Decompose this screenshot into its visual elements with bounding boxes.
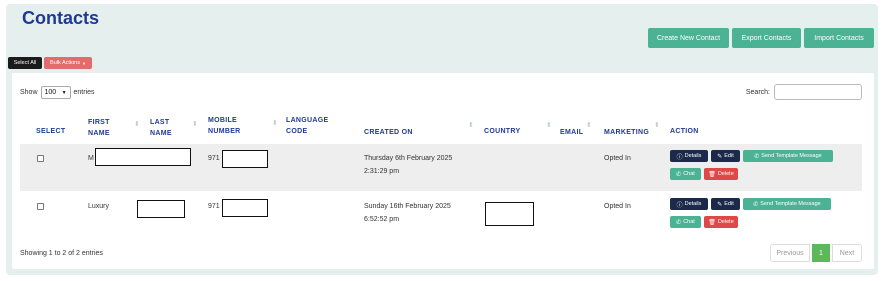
whatsapp-icon: ✆ [676, 171, 682, 178]
chat-label: Chat [683, 171, 695, 177]
page-length-value: 100 [44, 89, 57, 96]
redaction-box [485, 202, 534, 226]
redaction-box [222, 199, 268, 217]
info-icon: ⓘ [676, 154, 683, 161]
bulk-actions-label: Bulk Actions [50, 60, 80, 66]
page-title: Contacts [22, 8, 100, 28]
col-language-line2: CODE [286, 128, 308, 135]
col-email[interactable]: EMAIL [560, 127, 583, 138]
caret-down-icon: ▼ [82, 60, 86, 66]
created-on-cell: Thursday 6th February 2025 2:31:29 pm [364, 152, 452, 178]
sort-icon: ⬍ [546, 122, 552, 129]
edit-button[interactable]: ✎ Edit [711, 150, 740, 162]
page-1-button[interactable]: 1 [812, 244, 830, 262]
import-contacts-button[interactable]: Import Contacts [804, 28, 874, 48]
table-info: Showing 1 to 2 of 2 entries [20, 250, 103, 257]
mobile-cell: 971 [208, 155, 220, 162]
row-checkbox[interactable] [37, 155, 44, 162]
col-last-name-line2: NAME [150, 130, 172, 137]
col-first-name-line2: NAME [88, 130, 110, 137]
col-select: SELECT [36, 128, 66, 135]
marketing-cell: Opted In [604, 203, 631, 210]
col-language-line1: LANGUAGE [286, 117, 329, 124]
created-on-cell: Sunday 16th February 2025 6:52:52 pm [364, 200, 451, 226]
trash-icon: 🗑 [708, 171, 716, 178]
details-label: Details [684, 153, 702, 159]
trash-icon: 🗑 [708, 219, 716, 226]
send-template-button[interactable]: ✆ Send Template Message [743, 150, 833, 162]
sort-icon: ⬍ [134, 121, 140, 128]
delete-label: Delete [717, 171, 734, 177]
first-name-cell: M [88, 155, 94, 162]
details-button[interactable]: ⓘ Details [670, 198, 708, 210]
delete-label: Delete [717, 219, 734, 225]
col-marketing[interactable]: MARKETING [604, 127, 649, 138]
create-contact-button[interactable]: Create New Contact [648, 28, 729, 48]
edit-icon: ✎ [717, 153, 723, 160]
col-last-name[interactable]: LAST NAME [150, 117, 172, 139]
select-all-button[interactable]: Select All [8, 57, 42, 69]
chat-button[interactable]: ✆ Chat [670, 168, 701, 180]
delete-button[interactable]: 🗑 Delete [704, 216, 738, 228]
sort-icon: ⬍ [192, 121, 198, 128]
contacts-table-card: Show 100 ▼ entries Search: SELECT FIRST … [12, 73, 874, 269]
send-template-label: Send Template Message [761, 153, 822, 159]
col-first-name[interactable]: FIRST NAME [88, 117, 110, 139]
col-first-name-line1: FIRST [88, 119, 110, 126]
first-name-cell: Luxury [88, 203, 110, 210]
col-country[interactable]: COUNTRY [484, 126, 520, 137]
previous-page-button[interactable]: Previous [770, 244, 810, 262]
sort-icon: ⬍ [654, 122, 660, 129]
col-mobile-line2: NUMBER [208, 128, 241, 135]
chevron-down-icon: ▼ [61, 89, 67, 96]
show-label: Show [20, 89, 38, 96]
created-time: 6:52:52 pm [364, 216, 400, 223]
export-contacts-button[interactable]: Export Contacts [732, 28, 801, 48]
created-date: Sunday 16th February 2025 [364, 203, 451, 210]
edit-label: Edit [724, 153, 734, 159]
col-language-code[interactable]: LANGUAGE CODE [286, 115, 328, 137]
redaction-box [222, 150, 268, 168]
redaction-box [95, 148, 191, 166]
whatsapp-icon: ✆ [753, 201, 759, 208]
delete-button[interactable]: 🗑 Delete [704, 168, 738, 180]
row-checkbox[interactable] [37, 203, 44, 210]
sort-icon: ⬍ [468, 122, 474, 129]
col-mobile-line1: MOBILE [208, 117, 238, 124]
search-label: Search: [745, 88, 770, 96]
chat-label: Chat [683, 219, 695, 225]
edit-button[interactable]: ✎ Edit [711, 198, 740, 210]
send-template-label: Send Template Message [760, 201, 821, 207]
sort-icon: ⬍ [586, 122, 592, 129]
redaction-box [137, 200, 185, 218]
whatsapp-icon: ✆ [754, 153, 760, 160]
bulk-actions-dropdown[interactable]: Bulk Actions ▼ [44, 57, 92, 69]
marketing-cell: Opted In [604, 155, 631, 162]
next-page-button[interactable]: Next [832, 244, 862, 262]
info-icon: ⓘ [676, 202, 683, 209]
sort-icon: ⬍ [272, 120, 278, 127]
col-action: ACTION [670, 128, 699, 135]
chat-button[interactable]: ✆ Chat [670, 216, 701, 228]
mobile-cell: 971 [208, 203, 220, 210]
send-template-button[interactable]: ✆ Send Template Message [743, 198, 831, 210]
edit-icon: ✎ [717, 201, 723, 208]
entries-label: entries [73, 89, 95, 96]
whatsapp-icon: ✆ [676, 219, 682, 226]
col-last-name-line1: LAST [150, 119, 170, 126]
col-created-on[interactable]: CREATED ON [364, 127, 413, 138]
col-mobile-number[interactable]: MOBILE NUMBER [208, 115, 241, 137]
search-input[interactable] [774, 84, 862, 100]
details-label: Details [684, 201, 702, 207]
details-button[interactable]: ⓘ Details [670, 150, 708, 162]
page-length-control: Show 100 ▼ entries [20, 86, 95, 99]
created-time: 2:31:29 pm [364, 168, 400, 175]
search-control: Search: [746, 84, 862, 100]
created-date: Thursday 6th February 2025 [364, 155, 453, 162]
edit-label: Edit [724, 201, 734, 207]
page-length-select[interactable]: 100 ▼ [40, 86, 71, 99]
